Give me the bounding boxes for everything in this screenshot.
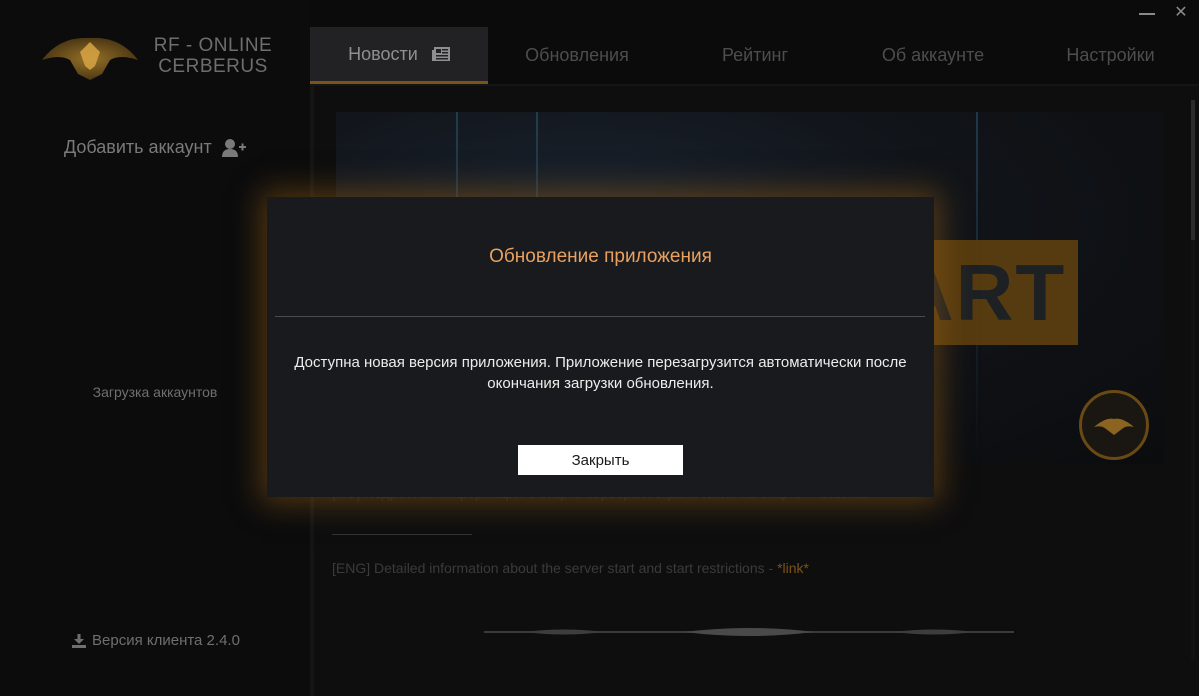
launcher-window: RF - ONLINE CERBERUS Добавить аккаунт За…: [0, 0, 1199, 696]
dialog-message: Доступна новая версия приложения. Прилож…: [287, 352, 914, 394]
close-dialog-button[interactable]: Закрыть: [518, 445, 683, 475]
dialog-separator: [275, 316, 925, 317]
dialog-title: Обновление приложения: [489, 246, 712, 267]
update-dialog: Обновление приложения Доступна новая вер…: [267, 197, 934, 497]
dialog-message-line-2: окончания загрузки обновления.: [487, 375, 714, 392]
dialog-message-line-1: Доступна новая версия приложения. Прилож…: [294, 354, 907, 371]
